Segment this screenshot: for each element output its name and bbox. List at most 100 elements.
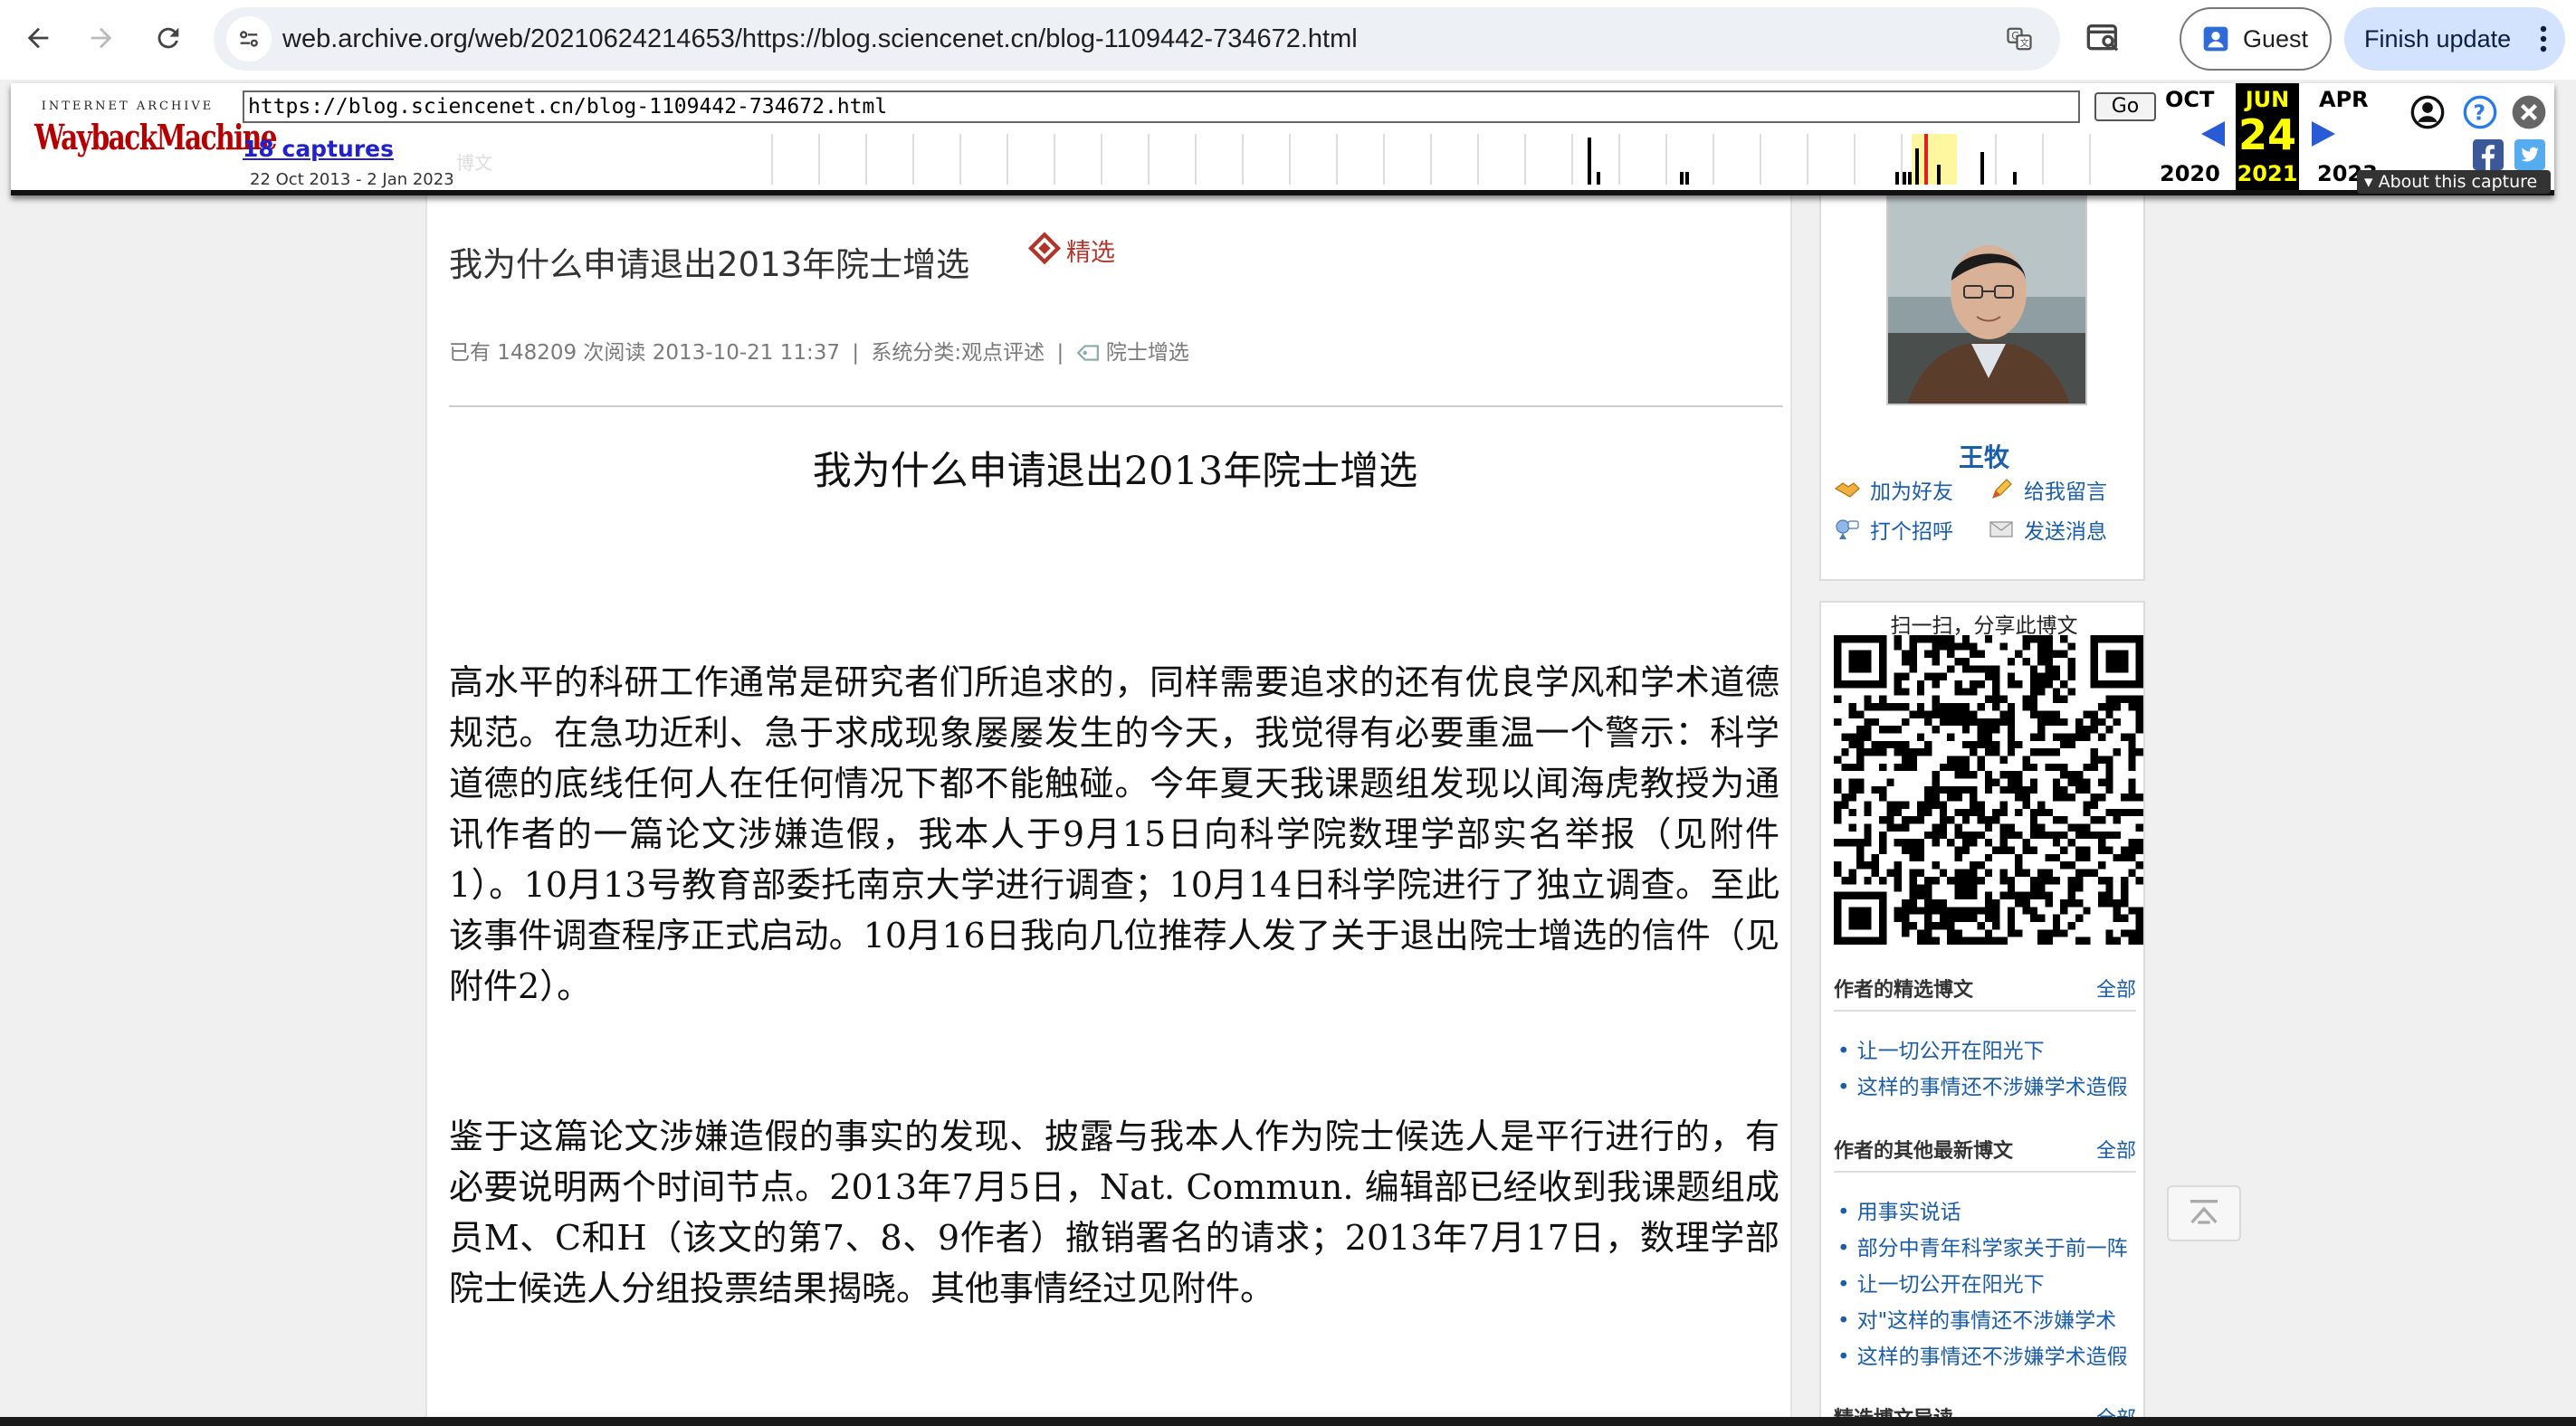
wayback-url-input[interactable]: https://blog.sciencenet.cn/blog-1109442-… <box>243 90 2080 123</box>
latest-post-link[interactable]: 部分中青年科学家关于前一阵 <box>1837 1231 2128 1261</box>
pencil-icon <box>1991 479 2012 499</box>
back-to-top-icon <box>2190 1200 2218 1224</box>
leave-message-link[interactable]: 给我留言 <box>1988 474 2107 505</box>
post-meta: 已有 148209 次阅读 2013-10-21 11:37 | 系统分类:观点… <box>449 341 1189 365</box>
back-button[interactable] <box>13 13 63 63</box>
prev-capture-arrow-icon[interactable] <box>2201 121 2225 147</box>
sparkline-year-divider <box>1477 134 1479 185</box>
sparkline-year-divider <box>1524 134 1526 185</box>
svg-text:?: ? <box>2474 100 2486 125</box>
sparkline-capture-bar[interactable] <box>1685 172 1689 185</box>
sparkline-year-divider <box>1101 134 1102 185</box>
latest-post-link[interactable]: 用事实说话 <box>1837 1194 1961 1225</box>
back-arrow-icon <box>27 27 49 49</box>
share-card: 扫一扫，分享此博文 作者的精选博文 全部 让一切公开在阳光下 这样的事情还不涉嫌… <box>1819 601 2145 1426</box>
help-icon[interactable]: ? <box>2462 94 2498 130</box>
send-message-link[interactable]: 发送消息 <box>1988 514 2107 545</box>
guest-label: Guest <box>2243 24 2309 52</box>
guest-profile-button[interactable]: Guest <box>2180 7 2332 71</box>
sparkline-capture-bar[interactable] <box>1980 152 1984 185</box>
underlay-text: 博文 <box>456 152 492 174</box>
site-info-button[interactable] <box>226 16 272 62</box>
forward-button[interactable] <box>76 13 127 63</box>
finish-update-button[interactable]: Finish update <box>2344 7 2565 71</box>
latest-post-link[interactable]: 让一切公开在阳光下 <box>1837 1267 2045 1298</box>
sparkline-year-divider <box>2042 134 2044 185</box>
finish-update-label: Finish update <box>2364 24 2512 52</box>
next-capture-arrow-icon[interactable] <box>2312 121 2335 147</box>
latest-posts-title: 作者的其他最新博文 <box>1834 1140 2014 1163</box>
translate-icon[interactable]: G文 <box>2004 25 2035 52</box>
current-day-label: 24 <box>2237 110 2296 159</box>
svg-text:文: 文 <box>2020 37 2029 49</box>
back-to-top-button[interactable] <box>2167 1185 2241 1241</box>
author-name[interactable]: 王牧 <box>1821 438 2147 474</box>
featured-badge[interactable]: 精选 <box>1026 232 1115 268</box>
sparkline-capture-bar[interactable] <box>2013 172 2017 185</box>
capture-sparkline[interactable] <box>771 134 2147 185</box>
twitter-icon[interactable] <box>2514 139 2545 170</box>
sparkline-year-divider <box>1430 134 1432 185</box>
latest-posts-all-link[interactable]: 全部 <box>2096 1135 2136 1164</box>
sparkline-capture-bar[interactable] <box>1597 172 1600 185</box>
site-info-icon <box>240 31 258 47</box>
leave-message-label: 给我留言 <box>2024 480 2107 504</box>
latest-post-link[interactable]: 对"这样的事情还不涉嫌学术 <box>1837 1303 2117 1334</box>
tab-search-icon[interactable] <box>2085 20 2122 56</box>
close-icon[interactable] <box>2511 94 2547 130</box>
wayback-logo-top: INTERNET ARCHIVE <box>41 100 215 113</box>
account-icon[interactable] <box>2409 94 2446 130</box>
title-divider <box>449 405 1783 407</box>
featured-post-link[interactable]: 这样的事情还不涉嫌学术造假 <box>1837 1070 2128 1100</box>
post-tag[interactable]: 院士增选 <box>1106 341 1189 365</box>
capture-date-range: 22 Oct 2013 - 2 Jan 2023 <box>250 170 454 189</box>
sparkline-capture-bar[interactable] <box>1903 172 1906 185</box>
sparkline-year-divider <box>2089 134 2091 185</box>
section-divider <box>1834 1010 2136 1012</box>
author-card: 王牧 加为好友 给我留言 打个招呼 发送消息 <box>1819 195 2145 581</box>
wayback-logo[interactable]: INTERNET ARCHIVE WaybackMachine <box>34 100 278 172</box>
sparkline-year-divider <box>1336 134 1338 185</box>
featured-posts-all-link[interactable]: 全部 <box>2096 974 2136 1003</box>
post-title: 我为什么申请退出2013年院士增选 <box>449 245 970 284</box>
post-category[interactable]: 系统分类:观点评述 <box>871 341 1045 365</box>
sparkline-year-divider <box>1383 134 1385 185</box>
prev-month-label[interactable]: OCT <box>2165 87 2214 112</box>
wayback-toolbar: INTERNET ARCHIVE WaybackMachine https://… <box>11 83 2554 195</box>
captures-link[interactable]: 18 captures <box>243 136 394 162</box>
featured-post-link[interactable]: 让一切公开在阳光下 <box>1837 1033 2045 1064</box>
dropdown-triangle-icon: ▾ <box>2364 172 2373 192</box>
capture-calendar-nav: OCT JUN 24 2021 APR 2020 2023 <box>2145 83 2390 190</box>
browser-toolbar: web.archive.org/web/20210624214653/https… <box>0 0 2576 80</box>
add-friend-label: 加为好友 <box>1870 480 1953 504</box>
sparkline-capture-bar[interactable] <box>1895 172 1899 185</box>
address-url[interactable]: web.archive.org/web/20210624214653/https… <box>282 7 1358 71</box>
facebook-icon[interactable] <box>2473 139 2504 170</box>
prev-year-label[interactable]: 2020 <box>2160 161 2220 186</box>
share-qr-code <box>1834 635 2143 945</box>
envelope-icon <box>1989 521 2013 537</box>
sparkline-year-divider <box>1760 134 1761 185</box>
say-hello-link[interactable]: 打个招呼 <box>1834 514 1953 545</box>
sparkline-capture-bar[interactable] <box>1937 165 1941 185</box>
featured-posts-title: 作者的精选博文 <box>1834 979 1974 1002</box>
sparkline-year-divider <box>1054 134 1055 185</box>
add-friend-link[interactable]: 加为好友 <box>1834 474 1953 505</box>
forward-arrow-icon <box>91 27 112 49</box>
address-bar[interactable]: web.archive.org/web/20210624214653/https… <box>214 7 2060 71</box>
latest-post-link[interactable]: 这样的事情还不涉嫌学术造假 <box>1837 1339 2128 1370</box>
sparkline-capture-bar[interactable] <box>1680 172 1684 185</box>
sparkline-year-divider <box>818 134 820 185</box>
tag-icon <box>1076 345 1099 361</box>
sparkline-capture-bar[interactable] <box>1588 138 1591 185</box>
about-capture-dropdown[interactable]: ▾ About this capture <box>2357 170 2551 194</box>
more-vert-icon[interactable] <box>2540 25 2547 52</box>
featured-posts-heading: 作者的精选博文 全部 <box>1834 974 2136 1003</box>
sparkline-year-divider <box>1195 134 1197 185</box>
sparkline-capture-bar[interactable] <box>1908 172 1912 185</box>
about-capture-label: About this capture <box>2378 172 2538 192</box>
reload-button[interactable] <box>143 13 194 63</box>
next-month-label[interactable]: APR <box>2319 87 2369 112</box>
author-avatar[interactable] <box>1886 195 2087 405</box>
sparkline-capture-bar[interactable] <box>1915 148 1919 185</box>
